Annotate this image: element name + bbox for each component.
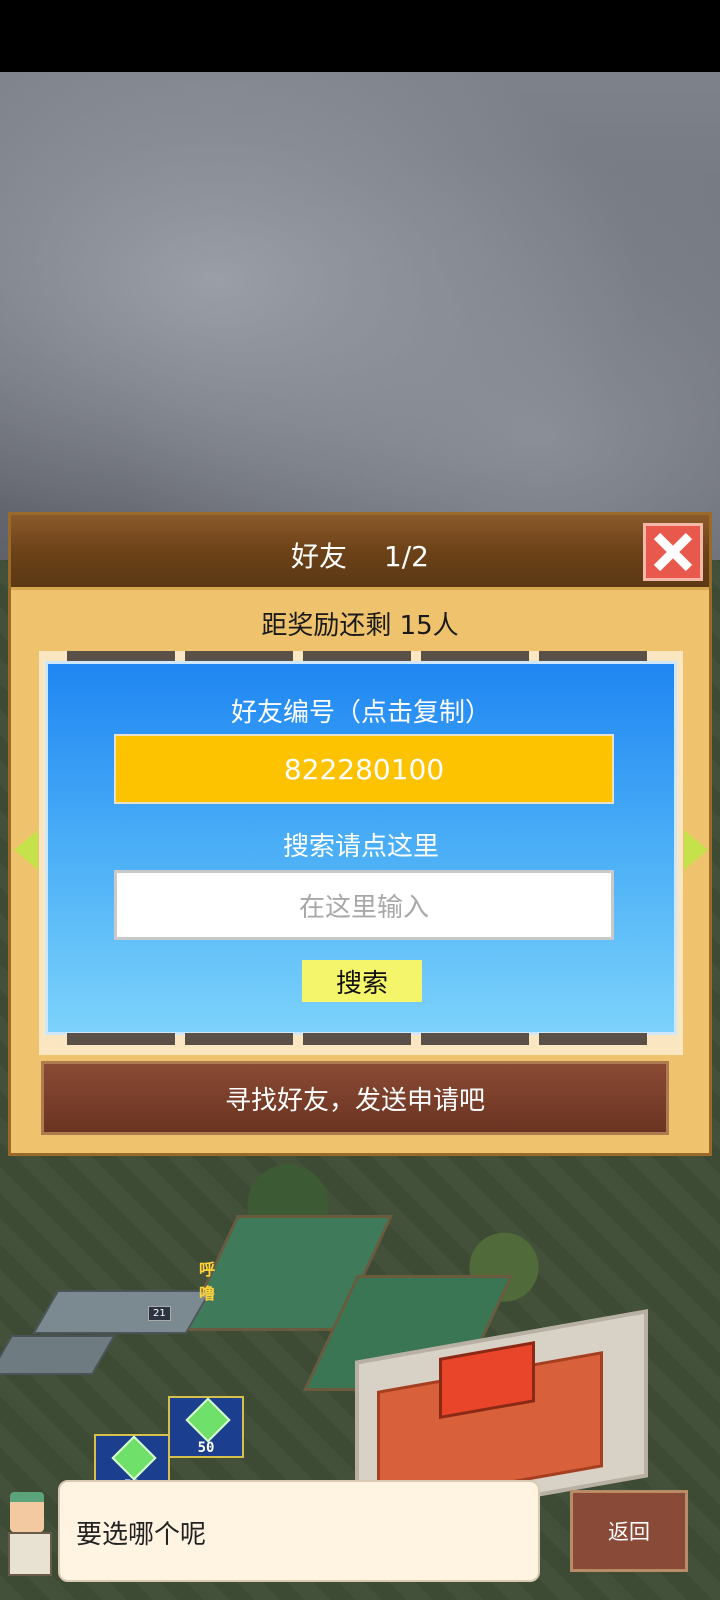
back-button[interactable]: 返回 — [570, 1490, 688, 1572]
friends-dialog: 好友 1/2 距奖励还剩 15人 好友编号（点击复制） 822280100 搜索… — [8, 512, 712, 1156]
close-icon — [653, 532, 693, 572]
close-button[interactable] — [643, 523, 703, 581]
friend-id-label: 好友编号（点击复制） — [230, 698, 491, 728]
building-level-tag: 21 — [148, 1306, 171, 1321]
tab-slot — [67, 1033, 175, 1045]
arrow-right-icon[interactable] — [684, 830, 708, 870]
snore-text: 呼噜 — [198, 1260, 215, 1303]
gem-count: 50 — [197, 1440, 215, 1456]
tab-slot — [303, 651, 411, 661]
tab-slot — [185, 651, 293, 661]
tab-slot — [539, 651, 647, 661]
npc-head — [10, 1492, 44, 1532]
reward-progress-text: 距奖励还剩 15人 — [261, 611, 459, 641]
gem-icon — [185, 1397, 231, 1443]
npc-body — [8, 1532, 52, 1576]
friend-search-panel: 好友编号（点击复制） 822280100 搜索请点这里 在这里输入 搜索 — [45, 661, 677, 1035]
shed-roof — [32, 1290, 212, 1334]
tab-slot — [185, 1033, 293, 1045]
npc-avatar — [0, 1488, 56, 1578]
friend-id-copy-button[interactable]: 822280100 — [114, 734, 614, 804]
tab-slot — [67, 651, 175, 661]
gem-reward-badge[interactable]: 50 — [168, 1396, 244, 1458]
tab-slot — [303, 1033, 411, 1045]
status-bar — [0, 0, 720, 72]
tab-slot — [421, 1033, 529, 1045]
speech-text: 要选哪个呢 — [76, 1520, 207, 1550]
tab-slot — [539, 1033, 647, 1045]
search-hint: 搜索请点这里 — [282, 832, 439, 862]
find-friends-button[interactable]: 寻找好友，发送申请吧 — [41, 1061, 669, 1135]
dialog-title: 好友 1/2 — [291, 540, 429, 573]
panel-frame: 好友编号（点击复制） 822280100 搜索请点这里 在这里输入 搜索 — [39, 651, 683, 1055]
gem-icon — [111, 1435, 157, 1481]
search-button[interactable]: 搜索 — [302, 960, 422, 1002]
tab-slot — [421, 651, 529, 661]
dialog-header: 好友 1/2 — [11, 515, 709, 590]
arrow-left-icon[interactable] — [14, 830, 38, 870]
search-input[interactable]: 在这里输入 — [114, 870, 614, 940]
speech-bubble: 要选哪个呢 — [58, 1480, 540, 1582]
